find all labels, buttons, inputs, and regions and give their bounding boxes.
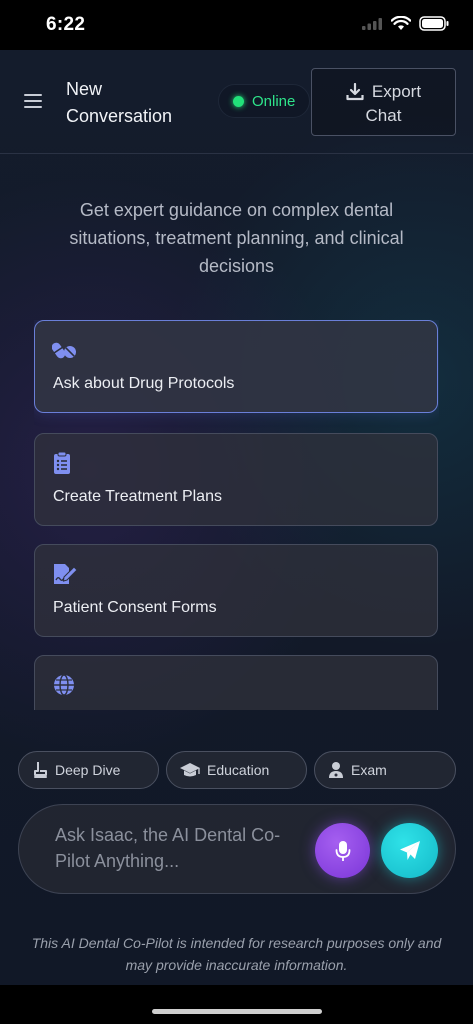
paper-plane-icon xyxy=(399,840,420,860)
microphone-icon xyxy=(335,840,350,861)
app-screen: New Conversation Online Export Chat Get … xyxy=(0,50,473,985)
chip-exam[interactable]: Exam xyxy=(314,751,456,789)
download-icon xyxy=(346,83,364,101)
hamburger-menu-icon[interactable] xyxy=(24,94,42,110)
card-treatment-plans[interactable]: Create Treatment Plans xyxy=(34,433,438,526)
card-label: Ask about Drug Protocols xyxy=(53,375,235,392)
chip-label: Education xyxy=(207,762,270,778)
send-button[interactable] xyxy=(381,823,438,878)
card-label: Patient Consent Forms xyxy=(53,599,217,616)
status-icons xyxy=(361,16,449,31)
export-label-line2: Chat xyxy=(365,106,402,125)
home-indicator[interactable] xyxy=(152,1009,322,1014)
suggestion-cards: Ask about Drug Protocols Create Treatmen… xyxy=(34,320,439,710)
card-drug-protocols[interactable]: Ask about Drug Protocols xyxy=(34,320,438,413)
card-label: Create Treatment Plans xyxy=(53,488,222,505)
card-globe[interactable] xyxy=(34,655,438,710)
status-badge: Online xyxy=(218,84,310,118)
intro-text: Get expert guidance on complex dental si… xyxy=(69,200,404,276)
disclaimer-text: This AI Dental Co-Pilot is intended for … xyxy=(31,935,442,973)
header: New Conversation Online Export Chat xyxy=(0,50,473,154)
wifi-icon xyxy=(391,16,411,30)
microphone-button[interactable] xyxy=(315,823,370,878)
graduation-cap-icon xyxy=(180,763,200,777)
mode-chips: Deep Dive Education Exam xyxy=(18,751,456,789)
home-indicator-area xyxy=(0,985,473,1024)
status-text: Online xyxy=(252,92,296,110)
page-title: New Conversation xyxy=(66,79,173,126)
tooth-brush-icon xyxy=(34,762,47,778)
message-input[interactable] xyxy=(55,822,285,878)
clipboard-list-icon xyxy=(54,452,70,474)
export-label-line1: Export xyxy=(371,82,422,101)
message-composer xyxy=(18,804,456,894)
card-consent-forms[interactable]: Patient Consent Forms xyxy=(34,544,438,637)
battery-icon xyxy=(419,16,449,31)
status-bar: 6:22 xyxy=(0,0,473,50)
online-dot-icon xyxy=(233,95,244,107)
status-time: 6:22 xyxy=(46,14,86,35)
doctor-icon xyxy=(329,762,343,778)
signature-document-icon xyxy=(54,564,78,584)
pills-icon xyxy=(52,342,76,359)
chip-label: Exam xyxy=(351,762,387,778)
chip-label: Deep Dive xyxy=(55,762,121,778)
export-chat-button[interactable]: Export Chat xyxy=(311,68,456,136)
chip-deep-dive[interactable]: Deep Dive xyxy=(18,751,159,789)
signal-icon xyxy=(362,17,382,30)
chip-education[interactable]: Education xyxy=(166,751,307,789)
globe-icon xyxy=(54,674,74,696)
